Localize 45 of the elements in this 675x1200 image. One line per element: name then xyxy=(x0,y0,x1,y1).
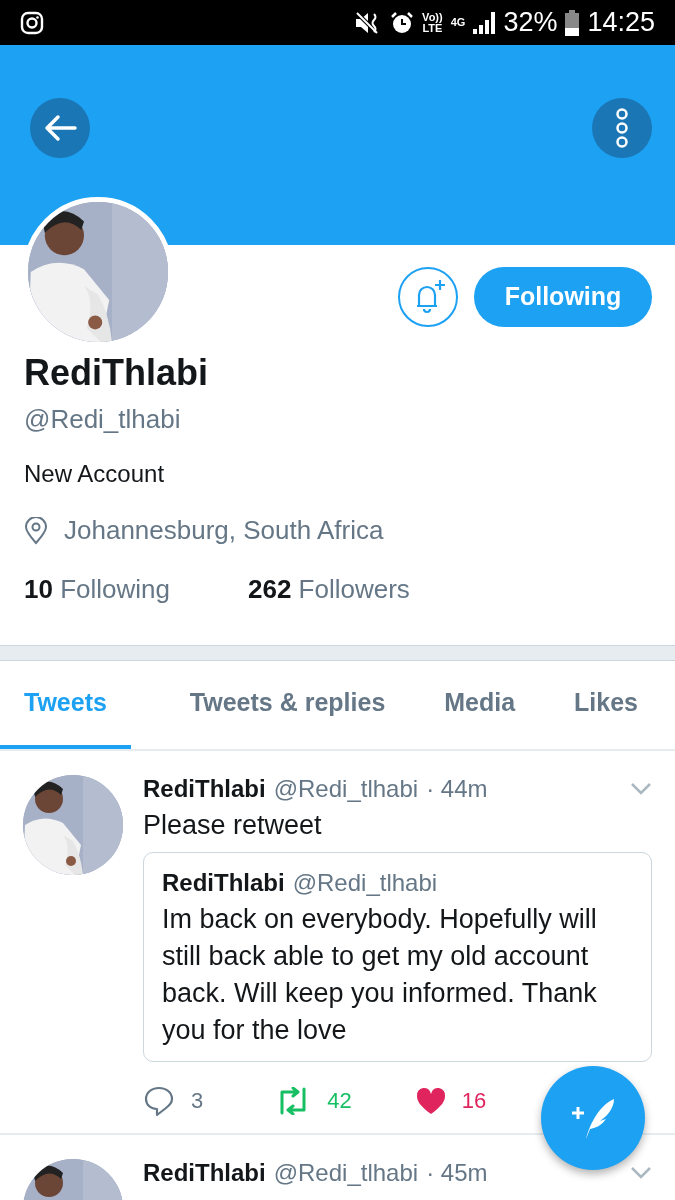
retweet-count: 42 xyxy=(327,1087,352,1116)
tweet-author-handle: @Redi_tlhabi xyxy=(273,1158,419,1189)
tweet-author-handle: @Redi_tlhabi xyxy=(273,774,419,805)
volte-label: Vo)) xyxy=(422,11,443,23)
reply-icon[interactable] xyxy=(143,1084,175,1117)
more-icon xyxy=(615,108,629,148)
battery-icon xyxy=(565,9,580,36)
compose-button[interactable] xyxy=(541,1066,645,1170)
back-button[interactable] xyxy=(30,98,90,158)
tweet-author-name: RediThlabi xyxy=(143,774,266,805)
location-text: Johannesburg, South Africa xyxy=(64,514,384,548)
tweet-author-name: RediThlabi xyxy=(143,1158,266,1189)
more-button[interactable] xyxy=(592,98,652,158)
profile-handle: @Redi_tlhabi xyxy=(24,403,182,437)
quoted-author-handle: @Redi_tlhabi xyxy=(292,868,438,899)
tweet-text: Please retweet xyxy=(143,809,323,843)
camera-icon xyxy=(20,10,44,35)
profile-tab[interactable]: Tweets xyxy=(0,661,131,750)
signal-icon xyxy=(473,11,496,34)
profile-tab[interactable]: Tweets & replies xyxy=(189,661,386,750)
tweet-time: · 45m xyxy=(426,1158,488,1189)
profile-name: RediThlabi xyxy=(24,351,209,395)
profile-tab[interactable]: Likes xyxy=(574,661,638,750)
followers-count[interactable]: 262 Followers xyxy=(248,570,410,610)
reply-count: 3 xyxy=(191,1087,204,1116)
profile-tab[interactable]: Media xyxy=(444,661,516,750)
quoted-text: Im back on everybody. Hopefully will still back able to get my old account back. Will keep you informed. Thank you for the love xyxy=(162,903,598,1048)
location-pin-icon xyxy=(24,516,48,545)
profile-bio: New Account xyxy=(24,459,166,490)
like-count: 16 xyxy=(461,1087,487,1116)
following-button[interactable]: Following xyxy=(474,267,652,327)
chevron-down-icon[interactable] xyxy=(630,1166,652,1181)
following-count[interactable]: 10 Following xyxy=(24,570,170,610)
network-label: 4G xyxy=(450,17,466,28)
heart-icon[interactable] xyxy=(415,1086,446,1115)
clock: 14:25 xyxy=(587,6,655,40)
notification-button[interactable] xyxy=(398,267,458,327)
quoted-author-name: RediThlabi xyxy=(162,868,285,899)
tweet-time: · 44m xyxy=(426,774,488,805)
battery-percent: 32% xyxy=(503,6,558,40)
back-arrow-icon xyxy=(43,114,77,142)
chevron-down-icon[interactable] xyxy=(630,782,652,797)
quoted-tweet[interactable]: RediThlabi @Redi_tlhabi Im back on everybody. Hopefully will still back able to get my old account back. Will keep you informed. Thank you for the love xyxy=(143,852,652,1063)
alarm-icon xyxy=(390,10,415,35)
volte-label: LTE xyxy=(422,22,443,34)
